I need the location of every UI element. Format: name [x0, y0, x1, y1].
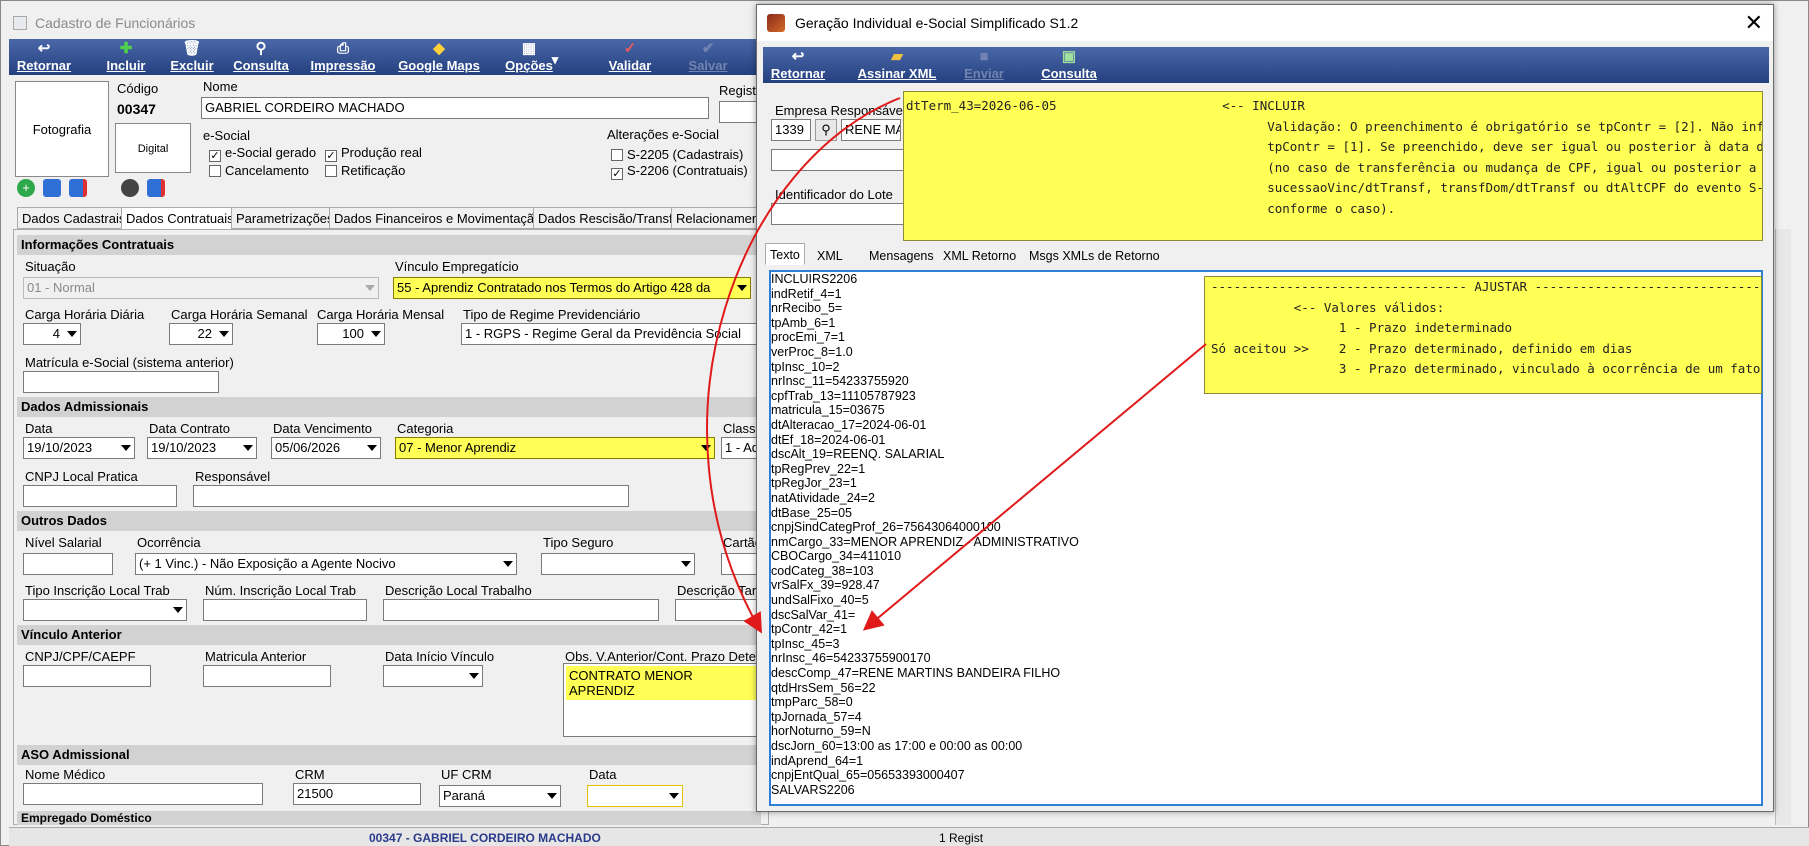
- screen: Cadastro de Funcionários ↩ Retornar ✚ Incl…: [0, 0, 1809, 846]
- annotation-arrows: [706, 97, 1207, 634]
- arrow-ajustar: [862, 343, 1207, 631]
- arrow-incluir: [706, 97, 901, 634]
